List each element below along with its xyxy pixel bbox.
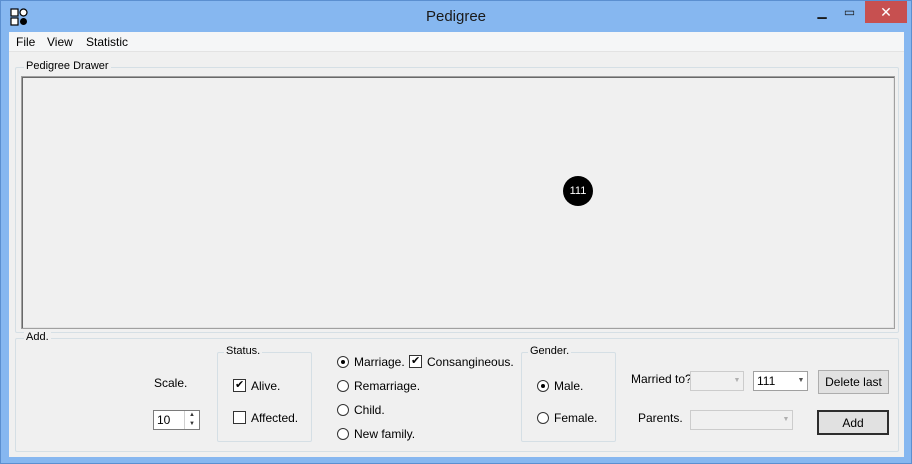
consanguineous-label: Consangineous. (427, 355, 514, 369)
affected-label: Affected. (251, 411, 299, 425)
scale-value: 10 (157, 413, 171, 427)
alive-checkbox[interactable] (233, 378, 246, 392)
dropdown-arrow-icon: ▼ (733, 377, 741, 384)
affected-checkbox[interactable] (233, 411, 246, 424)
menu-statistic[interactable]: Statistic (86, 35, 128, 49)
new-family-radio[interactable] (337, 428, 349, 440)
close-button[interactable]: ✕ (865, 1, 907, 23)
menu-bar: File View Statistic (9, 32, 904, 52)
remarriage-radio[interactable] (337, 380, 349, 392)
status-label: Status. (224, 345, 263, 357)
female-label: Female. (554, 411, 598, 425)
married-to-combo-1[interactable]: ▼ (690, 371, 744, 391)
title-bar[interactable]: Pedigree ▁ ▭ ✕ (1, 1, 911, 32)
married-to-label: Married to? (631, 372, 692, 386)
married-to-combo-2[interactable]: 111 ▼ (753, 371, 808, 391)
male-label: Male. (554, 379, 584, 393)
window-title: Pedigree (425, 8, 487, 25)
marriage-label: Marriage. (354, 355, 405, 369)
gender-group: Gender. (521, 345, 616, 442)
male-radio[interactable] (537, 380, 549, 392)
pedigree-node[interactable]: 111 (563, 176, 593, 206)
minimize-icon: ▁ (817, 5, 827, 19)
close-icon: ✕ (880, 3, 892, 20)
maximize-button[interactable]: ▭ (836, 1, 863, 23)
child-label: Child. (354, 403, 385, 417)
minimize-button[interactable]: ▁ (808, 1, 836, 23)
client-area: File View Statistic Pedigree Drawer 111 … (9, 32, 904, 457)
parents-combo[interactable]: ▼ (690, 410, 793, 430)
scale-label: Scale. (154, 376, 188, 390)
pedigree-drawer-label: Pedigree Drawer (24, 60, 111, 72)
menu-file[interactable]: File (16, 35, 35, 49)
alive-label: Alive. (251, 379, 281, 393)
dropdown-arrow-icon: ▼ (782, 416, 790, 423)
app-window: Pedigree ▁ ▭ ✕ File View Statistic Pedig… (0, 0, 912, 464)
marriage-radio[interactable] (337, 356, 349, 368)
married-to-value: 111 (757, 374, 776, 388)
menu-view[interactable]: View (47, 35, 73, 49)
consanguineous-checkbox[interactable] (409, 354, 422, 368)
new-family-label: New family. (354, 427, 416, 441)
parents-label: Parents. (638, 411, 683, 425)
delete-last-button[interactable]: Delete last (818, 370, 889, 394)
status-group: Status. (217, 345, 312, 442)
gender-label: Gender. (528, 345, 572, 357)
female-radio[interactable] (537, 412, 549, 424)
pedigree-canvas[interactable]: 111 (21, 76, 895, 329)
scale-stepper[interactable]: 10 ▲ ▼ (153, 410, 200, 430)
dropdown-arrow-icon: ▼ (797, 377, 805, 384)
child-radio[interactable] (337, 404, 349, 416)
add-button[interactable]: Add (817, 410, 889, 435)
remarriage-label: Remarriage. (354, 379, 421, 393)
spin-arrows-icon[interactable]: ▲ ▼ (184, 411, 199, 429)
maximize-icon: ▭ (843, 5, 856, 19)
add-label: Add. (24, 331, 51, 343)
